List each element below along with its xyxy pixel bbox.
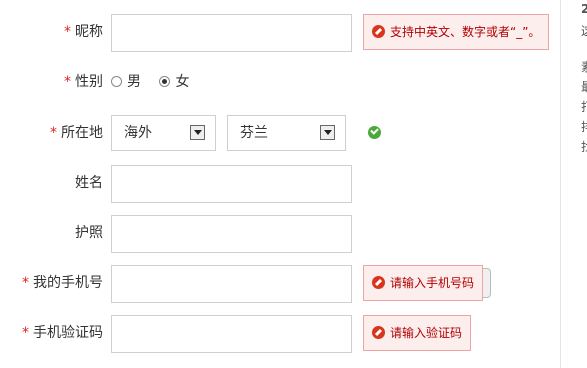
phone-error: 请输入手机号码 [363, 265, 484, 301]
nickname-row: * 昵称 支持中英文、数字或者“_”。 [0, 14, 560, 52]
gender-option-label: 女 [175, 74, 190, 90]
location-label: * 所在地 [50, 115, 103, 151]
gender-label: * 性别 [64, 64, 103, 100]
name-row: 姓名 [0, 165, 560, 203]
gender-option-male[interactable]: 男 [111, 74, 141, 90]
phone-row: * 我的手机号 请输入手机号码 [0, 265, 560, 303]
required-mark: * [22, 325, 29, 341]
nickname-label: * 昵称 [64, 14, 103, 50]
required-mark: * [64, 74, 71, 90]
code-label: * 手机验证码 [22, 315, 103, 351]
sidebar-line: 找 [581, 138, 587, 155]
sidebar-line: 打 [581, 98, 587, 115]
name-input[interactable] [111, 165, 352, 203]
verification-code-input[interactable] [111, 315, 352, 353]
sidebar-line: 素 [581, 58, 587, 75]
chevron-down-icon[interactable] [320, 125, 335, 140]
check-icon [368, 126, 381, 139]
passport-row: 护照 [0, 215, 560, 253]
code-label-text: 手机验证码 [33, 325, 103, 341]
gender-option-female[interactable]: 女 [159, 74, 189, 90]
registration-form: * 昵称 支持中英文、数字或者“_”。 * 性别 男 女 * 所在地 海外 芬兰 姓名… [0, 0, 560, 368]
error-icon [372, 25, 385, 38]
sidebar-line: 排 [581, 118, 587, 135]
passport-label: 护照 [75, 225, 103, 241]
error-icon [372, 276, 385, 289]
required-mark: * [64, 24, 71, 40]
required-mark: * [22, 275, 29, 291]
sidebar-line: 这 [581, 22, 587, 39]
gender-label-text: 性别 [75, 74, 103, 90]
code-error-text: 请输入验证码 [390, 326, 463, 340]
nickname-error: 支持中英文、数字或者“_”。 [363, 14, 550, 50]
gender-radio-group: 男 女 [111, 64, 203, 100]
code-error: 请输入验证码 [363, 315, 472, 351]
phone-label: * 我的手机号 [22, 265, 103, 301]
nickname-input[interactable] [111, 14, 352, 52]
gender-option-label: 男 [127, 74, 141, 90]
country-select-value: 海外 [124, 125, 152, 141]
code-row: * 手机验证码 请输入验证码 [0, 315, 560, 353]
chevron-down-icon[interactable] [190, 125, 205, 140]
region-select[interactable]: 芬兰 [227, 115, 346, 151]
sidebar-panel: 2 这 素 最 打 排 找 [560, 0, 587, 368]
name-label: 姓名 [75, 175, 103, 191]
country-select[interactable]: 海外 [111, 115, 216, 151]
nickname-error-text: 支持中英文、数字或者“_”。 [390, 25, 541, 39]
phone-input[interactable] [111, 265, 352, 303]
passport-input[interactable] [111, 215, 352, 253]
location-label-text: 所在地 [61, 125, 103, 141]
region-select-value: 芬兰 [240, 125, 268, 141]
required-mark: * [50, 125, 57, 141]
nickname-label-text: 昵称 [75, 24, 103, 40]
error-icon [372, 326, 385, 339]
location-row: * 所在地 海外 芬兰 [0, 115, 560, 151]
sidebar-line: 最 [581, 78, 587, 95]
gender-row: * 性别 男 女 [0, 64, 560, 100]
radio-button[interactable] [111, 76, 122, 87]
phone-label-text: 我的手机号 [33, 275, 103, 291]
phone-error-text: 请输入手机号码 [390, 276, 475, 290]
radio-button-selected[interactable] [159, 76, 171, 87]
sidebar-line: 2 [581, 2, 587, 16]
